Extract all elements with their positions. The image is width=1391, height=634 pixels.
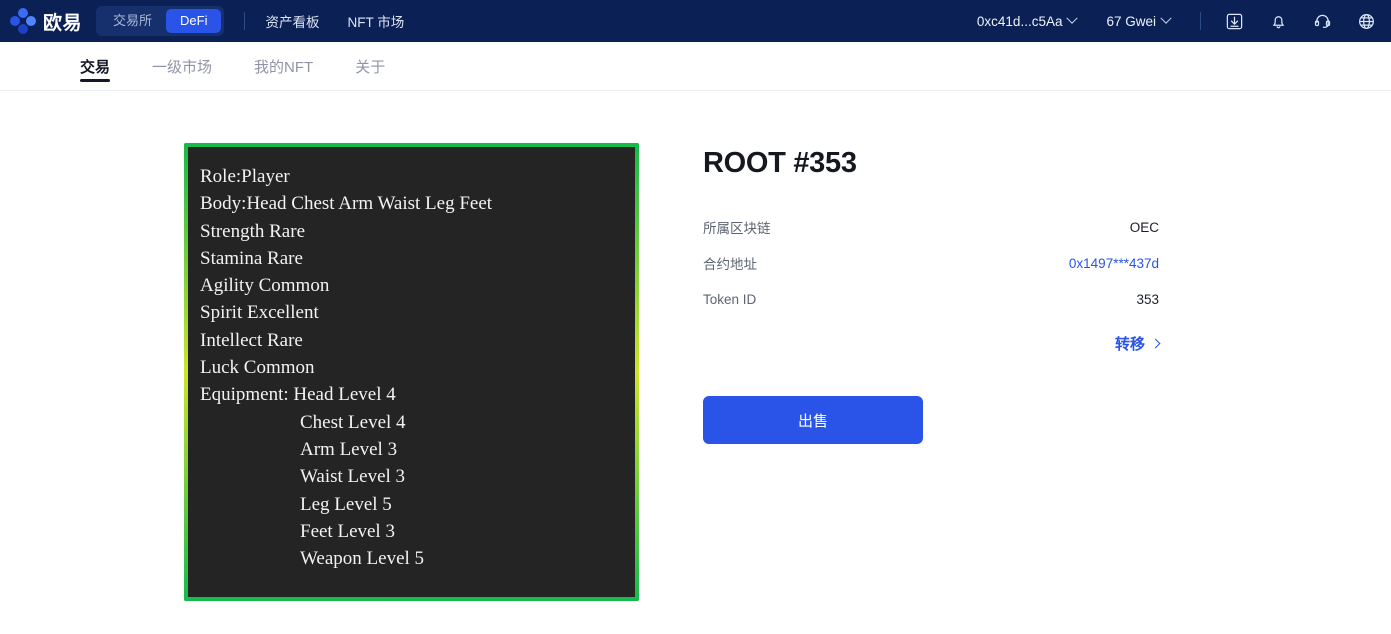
gas-price-dropdown[interactable]: 67 Gwei <box>1106 12 1172 29</box>
detail-label: Token ID <box>703 291 757 307</box>
page-title: ROOT #353 <box>703 147 857 179</box>
detail-label: 所属区块链 <box>703 221 771 236</box>
nft-attr-line: Weapon Level 5 <box>300 548 425 570</box>
nft-detail-panel: ROOT #353 所属区块链 OEC 合约地址 0x1497***437d T… <box>639 143 1161 601</box>
wallet-address-label: 0xc41d...c5Aa <box>976 13 1063 29</box>
chevron-right-icon <box>1150 338 1161 348</box>
sell-button[interactable]: 出售 <box>703 396 923 444</box>
top-header-bar: 欧易 交易所 DeFi 资产看板 NFT 市场 0xc41d...c5Aa 67… <box>0 0 1391 42</box>
detail-row-token-id: Token ID 353 <box>703 281 1159 317</box>
nft-attr-line: Strength Rare <box>200 220 306 242</box>
wallet-address-dropdown[interactable]: 0xc41d...c5Aa <box>976 12 1079 29</box>
detail-value: 353 <box>1136 291 1159 307</box>
main-content: Role:Player Body:Head Chest Arm Waist Le… <box>0 91 1391 601</box>
bell-icon[interactable] <box>1267 10 1289 32</box>
nft-attr-line: Feet Level 3 <box>300 520 395 542</box>
nft-artwork-card[interactable]: Role:Player Body:Head Chest Arm Waist Le… <box>184 143 639 601</box>
download-icon[interactable] <box>1223 10 1245 32</box>
nft-attr-line: Waist Level 3 <box>300 466 406 488</box>
nft-attr-line: Stamina Rare <box>200 247 303 269</box>
header-link-assets[interactable]: 资产看板 <box>265 11 319 31</box>
segment-exchange[interactable]: 交易所 <box>99 9 166 33</box>
header-right-cluster: 0xc41d...c5Aa 67 Gwei <box>977 10 1377 32</box>
detail-row-blockchain: 所属区块链 OEC <box>703 209 1159 245</box>
product-switch: 交易所 DeFi <box>96 6 225 36</box>
secondary-nav: 交易 一级市场 我的NFT 关于 <box>0 42 1391 91</box>
nft-attr-line: Spirit Excellent <box>200 302 319 324</box>
globe-icon[interactable] <box>1355 10 1377 32</box>
nft-attr-line: Chest Level 4 <box>300 411 406 433</box>
nft-attr-line: Luck Common <box>200 357 315 379</box>
nft-attr-line: Body:Head Chest Arm Waist Leg Feet <box>200 193 493 215</box>
chevron-down-icon <box>1066 12 1079 24</box>
header-divider-right <box>1200 12 1201 30</box>
brand-name: 欧易 <box>43 12 83 34</box>
gas-price-label: 67 Gwei <box>1106 13 1156 29</box>
nft-artwork-text: Role:Player Body:Head Chest Arm Waist Le… <box>188 147 635 597</box>
nft-attr-line: Intellect Rare <box>200 329 303 351</box>
detail-value: OEC <box>1129 219 1159 235</box>
nft-attr-line: Equipment: Head Level 4 <box>200 384 396 406</box>
detail-row-contract-address: 合约地址 0x1497***437d <box>703 245 1159 281</box>
nft-attr-line: Role:Player <box>200 166 290 187</box>
detail-label: 合约地址 <box>703 257 757 272</box>
okx-dots-logo-icon <box>10 8 36 34</box>
brand-logo[interactable]: 欧易 <box>10 8 82 35</box>
transfer-label: 转移 <box>1114 336 1145 353</box>
tab-primary-market[interactable]: 一级市场 <box>152 42 212 90</box>
nft-attr-line: Arm Level 3 <box>300 438 398 460</box>
header-link-nft-market[interactable]: NFT 市场 <box>347 11 404 31</box>
segment-defi[interactable]: DeFi <box>166 9 222 33</box>
nft-attr-line: Leg Level 5 <box>300 493 392 515</box>
tab-about[interactable]: 关于 <box>355 42 385 90</box>
header-divider <box>244 12 246 30</box>
contract-address-link[interactable]: 0x1497***437d <box>1069 256 1159 271</box>
nft-attr-line: Agility Common <box>200 275 330 297</box>
chevron-down-icon <box>1160 12 1172 24</box>
tab-my-nft[interactable]: 我的NFT <box>254 42 313 90</box>
headset-icon[interactable] <box>1311 10 1333 32</box>
transfer-link[interactable]: 转移 <box>703 333 1161 354</box>
tab-trade[interactable]: 交易 <box>80 42 111 90</box>
